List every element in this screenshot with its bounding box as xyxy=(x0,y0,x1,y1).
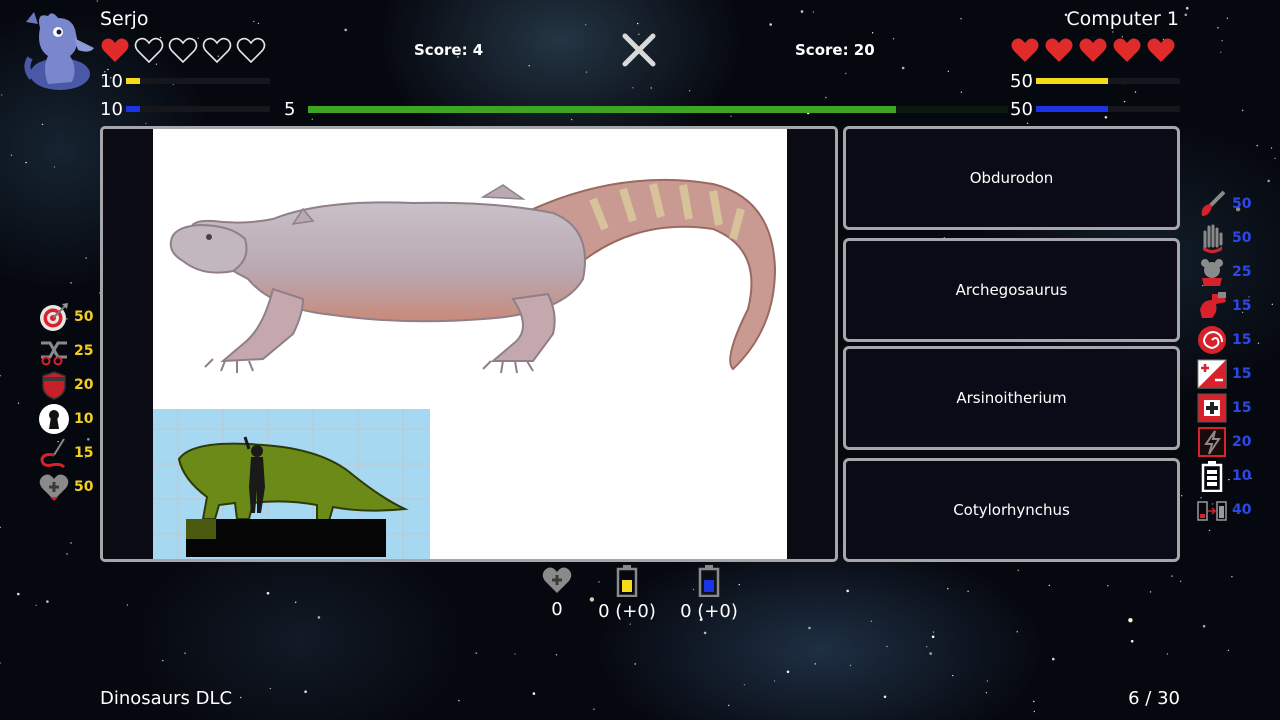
player-blue-stat: 10 xyxy=(100,99,123,120)
heart-empty-icon xyxy=(236,36,266,64)
answer-option-2[interactable]: Archegosaurus xyxy=(843,238,1180,342)
powerup-value: 15 xyxy=(1232,366,1251,382)
powerup-shield[interactable]: 20 xyxy=(38,368,93,402)
powerup-value: 15 xyxy=(74,445,93,461)
question-image-panel xyxy=(100,126,838,562)
hand-icon xyxy=(1196,222,1228,254)
powerup-value: 40 xyxy=(1232,502,1251,518)
powerup-value: 50 xyxy=(1232,196,1251,212)
powerup-battery[interactable]: 10 xyxy=(1196,459,1251,493)
shield-icon xyxy=(38,369,70,401)
powerup-battery-transfer[interactable]: 40 xyxy=(1196,493,1251,527)
battery-icon xyxy=(1196,460,1228,492)
target-icon xyxy=(38,301,70,333)
spiral-icon xyxy=(1196,324,1228,356)
powerup-value: 10 xyxy=(74,411,93,427)
answer-option-3[interactable]: Arsinoitherium xyxy=(843,346,1180,450)
powerup-value: 25 xyxy=(74,343,93,359)
size-comparison xyxy=(153,409,430,559)
heart-plus-icon xyxy=(38,471,70,503)
powerup-plus-minus[interactable]: 15 xyxy=(1196,357,1251,391)
bottom-stat-yellow: 0 (+0) xyxy=(595,565,659,622)
powerup-heart[interactable]: 50 xyxy=(38,470,93,504)
opponent-name: Computer 1 xyxy=(1066,8,1179,30)
player-yellow-bar xyxy=(126,78,270,84)
blue-battery-icon xyxy=(698,565,720,597)
dragon-avatar-icon xyxy=(18,8,100,96)
powerup-value: 50 xyxy=(74,309,93,325)
answer-option-4[interactable]: Cotylorhynchus xyxy=(843,458,1180,562)
bottom-stat-value: 0 (+0) xyxy=(598,601,656,622)
opponent-score: Score: 20 xyxy=(795,41,875,59)
powerup-value: 15 xyxy=(1232,332,1251,348)
opponent-blue-bar xyxy=(1036,106,1180,112)
heart-empty-icon xyxy=(202,36,232,64)
heart-full-icon xyxy=(1010,36,1040,64)
powerup-value: 10 xyxy=(1232,468,1251,484)
plus-minus-icon xyxy=(1196,358,1228,390)
powerup-split[interactable]: 25 xyxy=(38,334,93,368)
opponent-lives xyxy=(1010,36,1176,64)
timer-bar xyxy=(308,106,1008,113)
powerup-value: 15 xyxy=(1232,400,1251,416)
heart-empty-icon xyxy=(134,36,164,64)
powerup-value: 25 xyxy=(1232,264,1251,280)
heart-full-icon xyxy=(100,36,130,64)
powerup-value: 20 xyxy=(1232,434,1251,450)
powerup-hand[interactable]: 50 xyxy=(1196,221,1251,255)
opponent-blue-stat: 50 xyxy=(1010,99,1033,120)
opponent-yellow-stat: 50 xyxy=(1010,71,1033,92)
heart-plus-icon xyxy=(540,565,574,595)
player-lives xyxy=(100,36,266,64)
powerup-bear[interactable]: 25 xyxy=(1196,255,1251,289)
heart-full-icon xyxy=(1146,36,1176,64)
powerup-keyhole[interactable]: 10 xyxy=(38,402,93,436)
player-score: Score: 4 xyxy=(414,41,483,59)
first-aid-icon xyxy=(1196,392,1228,424)
heart-full-icon xyxy=(1078,36,1108,64)
player-blue-bar xyxy=(126,106,270,112)
bottom-stat-value: 0 xyxy=(551,599,562,620)
brush-icon xyxy=(1196,188,1228,220)
powerup-value: 15 xyxy=(1232,298,1251,314)
lightning-card-icon xyxy=(1196,426,1228,458)
powerup-first-aid[interactable]: 15 xyxy=(1196,391,1251,425)
bear-icon xyxy=(1196,256,1228,288)
answer-option-1[interactable]: Obdurodon xyxy=(843,126,1180,230)
powerup-lightning[interactable]: 20 xyxy=(1196,425,1251,459)
powerup-target[interactable]: 50 xyxy=(38,300,93,334)
bottom-stat-hearts: 0 xyxy=(537,565,577,620)
powerup-brush[interactable]: 50 xyxy=(1196,187,1251,221)
right-powerups: 50 50 25 15 15 1 xyxy=(1196,187,1251,527)
question-progress: 6 / 30 xyxy=(1128,688,1180,709)
heart-empty-icon xyxy=(168,36,198,64)
bottom-stat-value: 0 (+0) xyxy=(680,601,738,622)
powerup-value: 20 xyxy=(74,377,93,393)
pack-name: Dinosaurs DLC xyxy=(100,688,232,709)
left-powerups: 50 25 20 10 15 50 xyxy=(38,300,93,504)
player-name: Serjo xyxy=(100,8,148,30)
heart-full-icon xyxy=(1044,36,1074,64)
close-icon[interactable] xyxy=(619,30,659,70)
bottom-stat-blue: 0 (+0) xyxy=(677,565,741,622)
prehistoric-creature-illustration xyxy=(153,129,787,409)
hook-icon xyxy=(38,437,70,469)
powerup-value: 50 xyxy=(1232,230,1251,246)
powerup-value: 50 xyxy=(74,479,93,495)
heart-full-icon xyxy=(1112,36,1142,64)
split-arrows-icon xyxy=(38,335,70,367)
yellow-battery-icon xyxy=(616,565,638,597)
player-yellow-stat: 10 xyxy=(100,71,123,92)
battery-transfer-icon xyxy=(1196,494,1228,526)
human-size-comparison-icon xyxy=(153,409,430,559)
dino-mask-icon xyxy=(1196,290,1228,322)
powerup-spiral[interactable]: 15 xyxy=(1196,323,1251,357)
powerup-dino[interactable]: 15 xyxy=(1196,289,1251,323)
powerup-hook[interactable]: 15 xyxy=(38,436,93,470)
keyhole-icon xyxy=(38,403,70,435)
timer-value: 5 xyxy=(284,99,295,120)
opponent-yellow-bar xyxy=(1036,78,1180,84)
